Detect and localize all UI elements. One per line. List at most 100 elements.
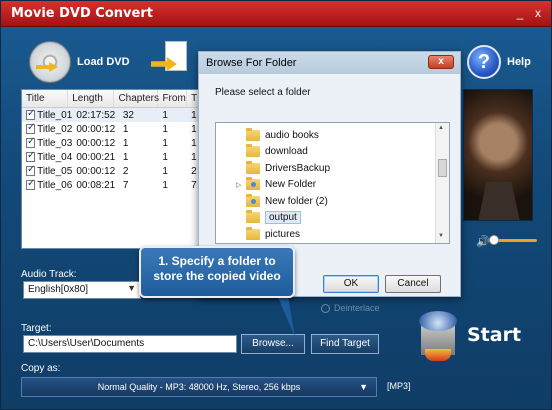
folder-item[interactable]: audio books <box>236 127 319 143</box>
target-label: Target: <box>21 323 52 334</box>
folder-icon <box>246 144 260 157</box>
folder-item[interactable]: download <box>236 144 308 160</box>
cell-length: 00:00:12 <box>76 123 116 135</box>
folder-label: download <box>265 146 308 157</box>
cell-chapters: 7 <box>122 179 129 191</box>
volume-icon[interactable]: 🔊 <box>476 235 490 248</box>
window-title: Movie DVD Convert <box>11 6 153 21</box>
title-bar: Movie DVD Convert _ x <box>1 1 551 27</box>
table-row[interactable]: Title_0500:00:12212 <box>22 164 200 178</box>
app-window: Movie DVD Convert _ x Load DVD ? Help Ti… <box>0 0 552 410</box>
cell-from: 1 <box>162 179 168 191</box>
folder-label: output <box>265 211 301 224</box>
audio-track-value: English[0x80] <box>28 284 89 295</box>
title-checkbox[interactable] <box>26 164 35 176</box>
dialog-title-bar: Browse For Folder x <box>199 52 460 74</box>
folder-item[interactable]: samples <box>236 243 302 244</box>
callout-line-1: 1. Specify a folder to <box>158 254 276 268</box>
dialog-title: Browse For Folder <box>206 57 297 69</box>
cell-title: Title_04 <box>37 151 73 163</box>
title-checkbox[interactable] <box>26 136 35 148</box>
folder-item[interactable]: New folder (2) <box>236 193 328 209</box>
table-row[interactable]: Title_0200:00:12111 <box>22 122 200 136</box>
cell-length: 00:00:21 <box>76 151 116 163</box>
folder-label: audio books <box>265 129 319 141</box>
load-dvd-label: Load DVD <box>77 56 130 68</box>
callout-pointer <box>277 295 295 337</box>
folder-label: New Folder <box>265 179 317 190</box>
deinterlace-option[interactable]: Deinterlace <box>321 303 380 313</box>
close-button[interactable]: x <box>531 6 545 20</box>
folder-label: pictures <box>265 228 301 240</box>
deinterlace-radio[interactable] <box>321 303 330 313</box>
instruction-callout: 1. Specify a folder to store the copied … <box>139 246 295 298</box>
folder-icon <box>246 210 260 223</box>
cell-length: 00:08:21 <box>76 179 116 191</box>
col-chapters[interactable]: Chapters <box>114 90 159 107</box>
folder-icon <box>246 226 260 240</box>
folder-tree[interactable]: audio books download DriversBackup ▷ New Fol… <box>215 122 450 244</box>
dvd-disc-icon <box>29 41 71 83</box>
folder-icon <box>246 127 260 141</box>
dialog-close-button[interactable]: x <box>428 55 454 69</box>
tree-scrollbar[interactable]: ▲ ▼ <box>435 123 449 243</box>
table-row[interactable]: Title_0400:00:21111 <box>22 150 200 164</box>
tree-scroll-thumb[interactable] <box>438 159 447 177</box>
cell-chapters: 1 <box>122 137 129 149</box>
browse-button[interactable]: Browse... <box>241 334 305 354</box>
cell-chapters: 2 <box>122 165 129 177</box>
start-button[interactable]: Start <box>467 324 521 346</box>
start-burn-icon[interactable] <box>415 311 461 361</box>
cell-length: 00:00:12 <box>76 165 116 177</box>
help-button[interactable]: ? Help <box>467 45 531 79</box>
cell-title: Title_03 <box>37 137 73 149</box>
folder-item[interactable]: pictures <box>236 226 300 242</box>
cell-title: Title_06 <box>37 179 73 191</box>
deinterlace-label: Deinterlace <box>334 303 380 313</box>
callout-line-2: store the copied video <box>153 269 281 283</box>
cell-from: 1 <box>162 109 168 121</box>
folder-icon <box>246 193 260 207</box>
folder-item[interactable]: ▷ New Folder <box>236 177 316 193</box>
volume-slider-handle[interactable] <box>489 235 499 245</box>
quality-value: Normal Quality - MP3: 48000 Hz, Stereo, … <box>97 382 301 392</box>
cancel-button[interactable]: Cancel <box>385 275 441 293</box>
chevron-down-icon: ▼ <box>359 382 368 392</box>
load-folder-button[interactable] <box>151 41 191 83</box>
folder-label: DriversBackup <box>265 162 331 174</box>
folder-item[interactable]: DriversBackup <box>236 160 330 176</box>
cell-from: 1 <box>162 151 168 163</box>
col-from[interactable]: From <box>158 90 188 107</box>
find-target-button[interactable]: Find Target <box>311 334 379 354</box>
audio-track-select[interactable]: English[0x80] ▼ <box>23 281 141 299</box>
ok-button[interactable]: OK <box>323 275 379 293</box>
target-path-input[interactable]: C:\Users\User\Documents <box>23 335 237 353</box>
title-list[interactable]: Title Length Chapters From T Title_0102:… <box>21 89 201 249</box>
table-row[interactable]: Title_0300:00:12111 <box>22 136 200 150</box>
title-checkbox[interactable] <box>26 150 35 162</box>
col-title[interactable]: Title <box>22 90 69 107</box>
help-icon: ? <box>467 45 501 79</box>
folder-label: New folder (2) <box>265 195 328 207</box>
title-checkbox[interactable] <box>26 122 35 134</box>
cell-chapters: 32 <box>122 109 134 121</box>
cell-chapters: 1 <box>122 123 129 135</box>
minimize-button[interactable]: _ <box>513 6 527 20</box>
load-folder-icon <box>151 41 191 83</box>
dialog-prompt: Please select a folder <box>215 87 311 98</box>
folder-icon <box>246 160 260 174</box>
folder-item[interactable]: output <box>236 210 301 226</box>
cell-title: Title_01 <box>37 109 73 121</box>
title-checkbox[interactable] <box>26 108 35 120</box>
title-checkbox[interactable] <box>26 178 35 190</box>
quality-select[interactable]: Normal Quality - MP3: 48000 Hz, Stereo, … <box>21 377 377 397</box>
cell-length: 02:17:52 <box>76 109 116 121</box>
copy-as-label: Copy as: <box>21 363 61 374</box>
cell-chapters: 1 <box>122 151 129 163</box>
table-row[interactable]: Title_0600:08:21717 <box>22 178 200 192</box>
table-row[interactable]: Title_0102:17:523211 <box>22 108 200 122</box>
cell-from: 1 <box>162 137 168 149</box>
expand-arrow-icon[interactable]: ▷ <box>236 181 246 189</box>
col-length[interactable]: Length <box>68 90 115 107</box>
load-dvd-button[interactable]: Load DVD <box>29 41 130 83</box>
